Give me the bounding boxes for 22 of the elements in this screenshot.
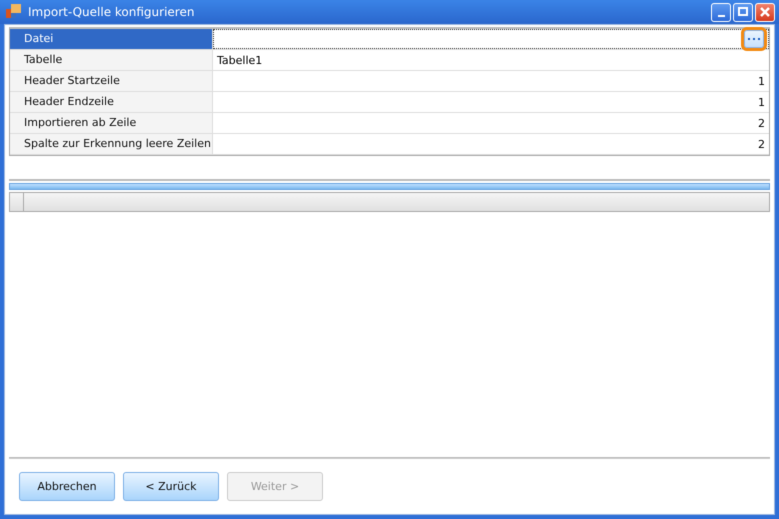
app-icon xyxy=(6,4,22,20)
window-title: Import-Quelle konfigurieren xyxy=(28,5,196,19)
wizard-button[interactable]: < Zurück xyxy=(123,472,219,501)
property-value: 2 xyxy=(758,138,765,150)
property-value: 2 xyxy=(758,116,765,130)
file-field[interactable] xyxy=(213,29,769,49)
browse-button[interactable] xyxy=(744,30,764,48)
property-name[interactable]: Header Endzeile xyxy=(10,92,213,112)
property-name[interactable]: Datei xyxy=(10,29,213,49)
minimize-button[interactable] xyxy=(711,2,731,22)
minimize-icon xyxy=(718,15,724,17)
property-name[interactable]: Tabelle xyxy=(10,50,213,70)
close-button[interactable] xyxy=(755,2,775,22)
wizard-button[interactable]: Abbrechen xyxy=(19,472,115,501)
property-value: 1 xyxy=(758,74,765,88)
maximize-button[interactable] xyxy=(733,2,753,22)
property-name[interactable]: Header Startzeile xyxy=(10,71,213,91)
property-value: Tabelle1 xyxy=(217,54,262,66)
property-name[interactable]: Spalte zur Erkennung leere Zeilen xyxy=(10,134,213,154)
property-value: 1 xyxy=(758,96,765,108)
property-name[interactable]: Importieren ab Zeile xyxy=(10,113,213,133)
ellipsis-icon xyxy=(748,37,760,41)
